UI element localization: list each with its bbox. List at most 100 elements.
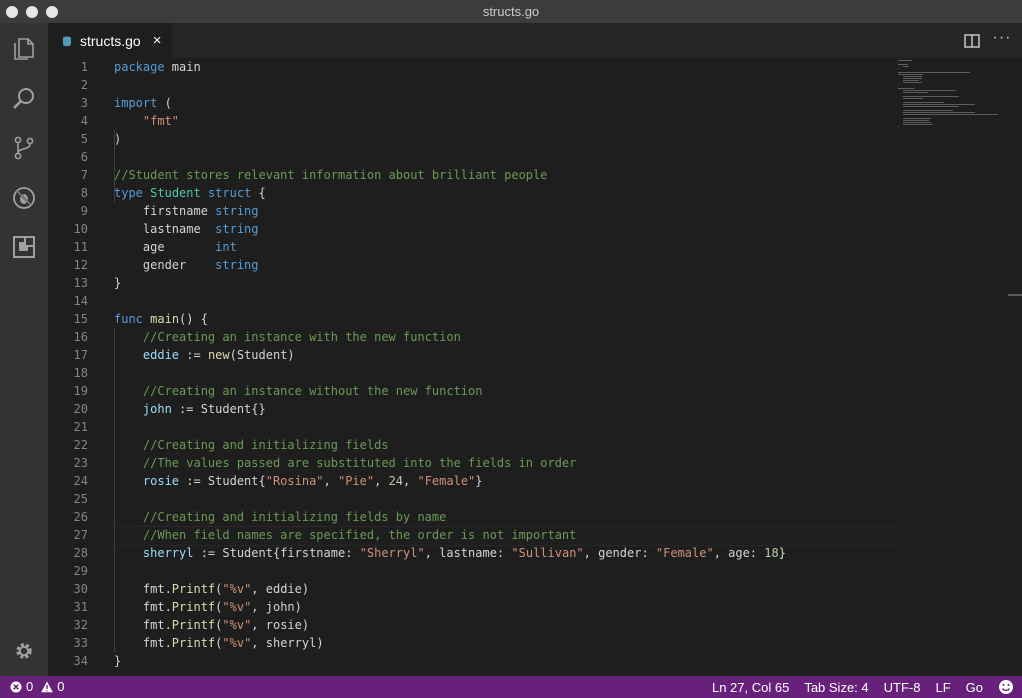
encoding[interactable]: UTF-8: [884, 680, 921, 695]
line-numbers: 1234567891011121314151617181920212223242…: [48, 58, 88, 670]
language-mode[interactable]: Go: [966, 680, 983, 695]
minimap-line: [898, 74, 923, 75]
tab-structs-go[interactable]: structs.go ×: [48, 23, 172, 58]
warning-count: 0: [57, 679, 64, 694]
code-token: //Creating an instance without the new f…: [143, 384, 483, 398]
minimap-line: [898, 88, 914, 89]
extensions-icon[interactable]: [0, 223, 48, 271]
code-token: age: [114, 240, 215, 254]
line-number: 12: [48, 256, 88, 274]
feedback-smiley-icon[interactable]: [998, 679, 1014, 695]
code-token: fmt.: [114, 600, 172, 614]
code-line[interactable]: func main() {: [114, 310, 894, 328]
code-token: :=: [179, 348, 208, 362]
go-file-icon: [62, 35, 72, 47]
tab-bar: structs.go × ···: [48, 23, 1022, 58]
code-line[interactable]: ): [114, 130, 894, 148]
code-token: fmt.: [114, 636, 172, 650]
split-editor-icon[interactable]: [963, 32, 981, 50]
files-icon[interactable]: [0, 25, 48, 73]
code-line[interactable]: [114, 76, 894, 94]
code-line[interactable]: //Student stores relevant information ab…: [114, 166, 894, 184]
code-line[interactable]: //Creating an instance with the new func…: [114, 328, 894, 346]
code-token: firstname: [114, 204, 215, 218]
code-token: := Student{: [179, 474, 266, 488]
window-title: structs.go: [0, 4, 1022, 19]
code-line[interactable]: [114, 364, 894, 382]
line-number: 26: [48, 508, 88, 526]
line-number: 21: [48, 418, 88, 436]
problems-indicator[interactable]: 0 0: [10, 679, 64, 694]
code-token: "Female": [417, 474, 475, 488]
code-line[interactable]: fmt.Printf("%v", john): [114, 598, 894, 616]
code-token: package: [114, 60, 165, 74]
code-line[interactable]: [114, 562, 894, 580]
code-line[interactable]: }: [114, 274, 894, 292]
line-number: 13: [48, 274, 88, 292]
code-line[interactable]: john := Student{}: [114, 400, 894, 418]
code-token: [201, 186, 208, 200]
code-token: := Student{firstname:: [193, 546, 359, 560]
code-line[interactable]: //Creating and initializing fields: [114, 436, 894, 454]
code-line[interactable]: eddie := new(Student): [114, 346, 894, 364]
code-line[interactable]: //Creating an instance without the new f…: [114, 382, 894, 400]
code-token: //Student stores relevant information ab…: [114, 168, 547, 182]
code-token: [114, 330, 143, 344]
code-line[interactable]: sherryl := Student{firstname: "Sherryl",…: [114, 544, 894, 562]
code-line[interactable]: import (: [114, 94, 894, 112]
code-line[interactable]: [114, 418, 894, 436]
line-number: 30: [48, 580, 88, 598]
code-line[interactable]: }: [114, 652, 894, 670]
gear-icon[interactable]: [0, 627, 48, 675]
minimap-line: [898, 72, 970, 73]
code-line[interactable]: //Creating and initializing fields by na…: [114, 508, 894, 526]
search-icon[interactable]: [0, 75, 48, 123]
minimap-line: [903, 120, 929, 121]
code-line[interactable]: //When field names are specified, the or…: [114, 526, 894, 544]
code-token: , age:: [714, 546, 765, 560]
code-token: eddie: [143, 348, 179, 362]
minimap-line: [903, 112, 975, 113]
code-editor[interactable]: 1234567891011121314151617181920212223242…: [48, 58, 1022, 676]
minimap[interactable]: [898, 58, 1008, 138]
code-line[interactable]: lastname string: [114, 220, 894, 238]
code-line[interactable]: gender string: [114, 256, 894, 274]
code-line[interactable]: [114, 490, 894, 508]
code-line[interactable]: fmt.Printf("%v", sherryl): [114, 634, 894, 652]
error-count: 0: [26, 679, 33, 694]
cursor-position[interactable]: Ln 27, Col 65: [712, 680, 789, 695]
line-number: 25: [48, 490, 88, 508]
end-of-line[interactable]: LF: [935, 680, 950, 695]
code-token: "%v": [222, 636, 251, 650]
close-icon[interactable]: ×: [153, 33, 162, 48]
code-line[interactable]: //The values passed are substituted into…: [114, 454, 894, 472]
line-number: 5: [48, 130, 88, 148]
code-token: [114, 510, 143, 524]
code-line[interactable]: rosie := Student{"Rosina", "Pie", 24, "F…: [114, 472, 894, 490]
minimap-line: [903, 98, 923, 99]
code-token: (: [157, 96, 171, 110]
source-control-icon[interactable]: [0, 124, 48, 172]
tab-label: structs.go: [80, 33, 141, 49]
code-token: , sherryl): [251, 636, 323, 650]
error-icon: [10, 681, 22, 693]
code-token: sherryl: [143, 546, 194, 560]
debug-icon[interactable]: [0, 174, 48, 222]
more-actions-icon[interactable]: ···: [991, 29, 1013, 49]
code-token: (Student): [230, 348, 295, 362]
code-content[interactable]: package main import ( "fmt") //Student sto…: [114, 58, 894, 670]
code-line[interactable]: firstname string: [114, 202, 894, 220]
code-line[interactable]: fmt.Printf("%v", eddie): [114, 580, 894, 598]
code-token: [114, 348, 143, 362]
minimap-line: [903, 110, 953, 111]
code-line[interactable]: age int: [114, 238, 894, 256]
line-number: 10: [48, 220, 88, 238]
code-line[interactable]: fmt.Printf("%v", rosie): [114, 616, 894, 634]
code-line[interactable]: "fmt": [114, 112, 894, 130]
code-line[interactable]: [114, 148, 894, 166]
code-line[interactable]: package main: [114, 58, 894, 76]
code-line[interactable]: type Student struct {: [114, 184, 894, 202]
tab-size[interactable]: Tab Size: 4: [804, 680, 868, 695]
code-line[interactable]: [114, 292, 894, 310]
code-token: //Creating an instance with the new func…: [143, 330, 461, 344]
